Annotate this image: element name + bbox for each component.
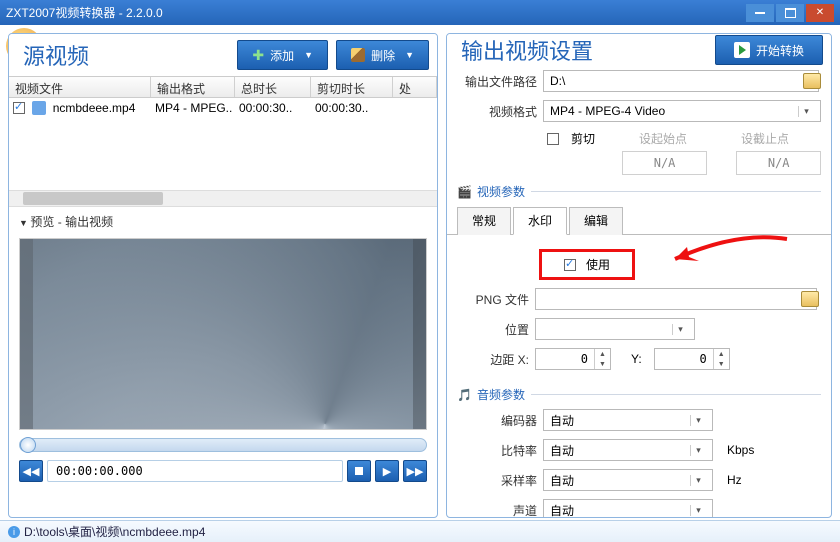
- tab-normal[interactable]: 常规: [457, 207, 511, 235]
- png-folder-icon[interactable]: [801, 291, 819, 307]
- png-label: PNG 文件: [459, 291, 529, 308]
- start-icon: [734, 42, 750, 58]
- titlebar: ZXT2007视频转换器 - 2.2.0.0: [0, 0, 840, 25]
- tab-watermark[interactable]: 水印: [513, 207, 567, 235]
- video-params-section: 🎬 视频参数: [447, 179, 831, 202]
- row-checkbox[interactable]: [13, 102, 25, 114]
- png-field[interactable]: [535, 288, 817, 310]
- info-icon: i: [8, 526, 20, 538]
- pos-label: 位置: [459, 321, 529, 338]
- col-etc[interactable]: 处: [393, 77, 437, 97]
- highlight-box: 使用: [539, 249, 635, 280]
- clip-start-box[interactable]: N/A: [622, 151, 707, 175]
- clip-end-box[interactable]: N/A: [736, 151, 821, 175]
- tab-edit[interactable]: 编辑: [569, 207, 623, 235]
- timecode-display: 00:00:00.000: [47, 460, 343, 482]
- hz-label: Hz: [727, 473, 742, 487]
- close-button[interactable]: [806, 4, 834, 22]
- output-title: 输出视频设置: [455, 34, 593, 66]
- plus-icon: [252, 47, 264, 64]
- arrow-annotation: [667, 231, 797, 281]
- brush-icon: [351, 48, 365, 62]
- forward-button[interactable]: ▶▶: [403, 460, 427, 482]
- format-select[interactable]: MP4 - MPEG-4 Video▾: [543, 100, 821, 122]
- row-format: MP4 - MPEG..: [151, 101, 235, 115]
- setstart-label: 设起始点: [639, 130, 687, 147]
- margin-x-spinner[interactable]: 0▲▼: [535, 348, 611, 370]
- bitrate-select[interactable]: 自动▾: [543, 439, 713, 461]
- encoder-select[interactable]: 自动▾: [543, 409, 713, 431]
- file-icon: [32, 101, 46, 115]
- use-checkbox[interactable]: [564, 259, 576, 271]
- clip-label: 剪切: [571, 130, 595, 147]
- table-row[interactable]: ncmbdeee.mp4 MP4 - MPEG.. 00:00:30.. 00:…: [9, 98, 437, 118]
- stop-button[interactable]: [347, 460, 371, 482]
- player-controls: ◀◀ 00:00:00.000 ▶ ▶▶: [9, 456, 437, 490]
- col-duration[interactable]: 总时长: [235, 77, 311, 97]
- col-file[interactable]: 视频文件: [9, 77, 151, 97]
- row-filename: ncmbdeee.mp4: [53, 101, 136, 115]
- status-path: D:\tools\桌面\视频\ncmbdeee.mp4: [24, 523, 205, 540]
- margin-y-label: Y:: [631, 352, 642, 366]
- kbps-label: Kbps: [727, 443, 754, 457]
- h-scrollbar[interactable]: [9, 190, 437, 206]
- use-label: 使用: [586, 256, 610, 273]
- source-title: 源视频: [17, 39, 89, 71]
- seek-thumb[interactable]: [20, 437, 36, 453]
- sample-select[interactable]: 自动▾: [543, 469, 713, 491]
- col-clipdur[interactable]: 剪切时长: [311, 77, 393, 97]
- video-icon: 🎬: [457, 185, 471, 199]
- encoder-label: 编码器: [457, 412, 537, 429]
- table-body: ncmbdeee.mp4 MP4 - MPEG.. 00:00:30.. 00:…: [9, 98, 437, 190]
- folder-icon[interactable]: [803, 73, 821, 89]
- preview-video: [19, 238, 427, 430]
- outpath-label: 输出文件路径: [457, 73, 537, 90]
- bitrate-label: 比特率: [457, 442, 537, 459]
- format-label: 视频格式: [457, 103, 537, 120]
- tab-bar: 常规 水印 编辑: [447, 202, 831, 235]
- margin-y-spinner[interactable]: 0▲▼: [654, 348, 730, 370]
- audio-params-section: 🎵 音频参数: [447, 382, 831, 405]
- row-duration: 00:00:30..: [235, 101, 311, 115]
- output-panel: 输出视频设置 开始转换 输出文件路径 D:\ 视频格式 MP4 - MPEG-4…: [446, 33, 832, 518]
- col-format[interactable]: 输出格式: [151, 77, 235, 97]
- seek-slider[interactable]: [19, 438, 427, 452]
- start-convert-button[interactable]: 开始转换: [715, 35, 823, 65]
- audio-icon: 🎵: [457, 388, 471, 402]
- setend-label: 设截止点: [741, 130, 789, 147]
- app-title: ZXT2007视频转换器 - 2.2.0.0: [6, 4, 163, 21]
- position-select[interactable]: ▾: [535, 318, 695, 340]
- preview-header[interactable]: 预览 - 输出视频: [9, 206, 437, 236]
- delete-button[interactable]: 删除▼: [336, 40, 429, 70]
- add-button[interactable]: 添加▼: [237, 40, 328, 70]
- maximize-button[interactable]: [776, 4, 804, 22]
- sample-label: 采样率: [457, 472, 537, 489]
- source-panel: 源视频 添加▼ 删除▼ 视频文件 输出格式 总时长 剪切时长 处: [8, 33, 438, 518]
- minimize-button[interactable]: [746, 4, 774, 22]
- play-button[interactable]: ▶: [375, 460, 399, 482]
- row-clipdur: 00:00:30..: [311, 101, 393, 115]
- channel-label: 声道: [457, 502, 537, 519]
- rewind-button[interactable]: ◀◀: [19, 460, 43, 482]
- status-bar: i D:\tools\桌面\视频\ncmbdeee.mp4: [0, 520, 840, 542]
- channel-select[interactable]: 自动▾: [543, 499, 713, 518]
- table-header: 视频文件 输出格式 总时长 剪切时长 处: [9, 76, 437, 98]
- margin-label: 边距 X:: [459, 351, 529, 368]
- clip-checkbox[interactable]: [547, 133, 559, 145]
- outpath-field[interactable]: D:\: [543, 70, 819, 92]
